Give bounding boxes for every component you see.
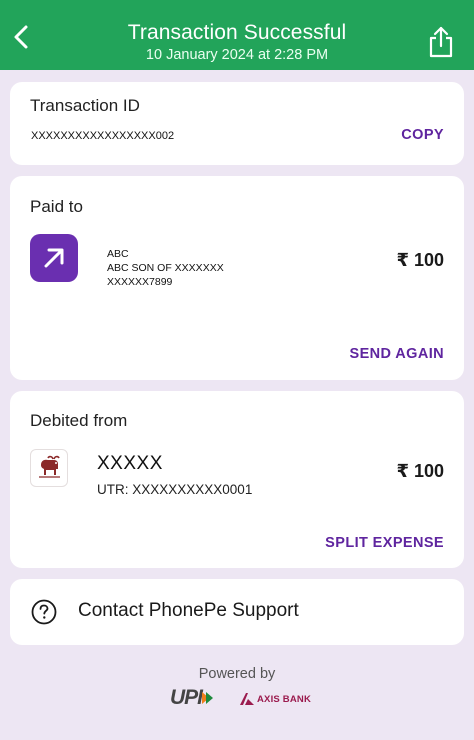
paid-to-card: Paid to ABC ABC SON OF XXXXXXX XXXXXX789… [10, 176, 464, 380]
payee-detail: ABC SON OF XXXXXXX [107, 262, 224, 274]
debited-from-card: Debited from XXXXX UTR: XXXXXXXXXX0001 ₹… [10, 391, 464, 568]
page-title: Transaction Successful [127, 21, 347, 44]
debited-from-label: Debited from [30, 411, 128, 430]
payee-account: XXXXXX7899 [107, 276, 173, 288]
powered-by-label: Powered by [198, 666, 276, 682]
bank-logo-icon [39, 455, 60, 478]
split-expense-button[interactable]: SPLIT EXPENSE [325, 535, 444, 551]
copy-button[interactable]: COPY [401, 127, 444, 143]
utr-number: UTR: XXXXXXXXXX0001 [97, 482, 253, 497]
transaction-date: 10 January 2024 at 2:28 PM [145, 47, 329, 63]
upi-label: UPI [170, 686, 203, 709]
share-button[interactable] [426, 24, 456, 60]
debit-account-name: XXXXX [97, 453, 163, 474]
upi-arrow-icon [202, 692, 214, 704]
transaction-id-card: Transaction ID XXXXXXXXXXXXXXXXX002 COPY [10, 82, 464, 165]
transaction-id-label: Transaction ID [30, 96, 140, 115]
contact-support-label: Contact PhonePe Support [78, 600, 299, 621]
axis-bank-icon [240, 693, 254, 705]
paid-to-label: Paid to [30, 197, 83, 216]
bank-label: AXIS BANK [257, 693, 312, 705]
arrow-up-right-icon [44, 248, 64, 268]
contact-support-card[interactable]: Contact PhonePe Support [10, 579, 464, 645]
bank-logo [30, 449, 68, 487]
payee-name: ABC [107, 248, 129, 260]
payee-details: ABC ABC SON OF XXXXXXX XXXXXX7899 [107, 247, 224, 289]
axis-bank-logo: AXIS BANK [240, 693, 311, 705]
send-again-button[interactable]: SEND AGAIN [350, 346, 445, 362]
header-bar: Transaction Successful 10 January 2024 a… [0, 0, 474, 70]
share-icon [429, 26, 453, 58]
help-circle-icon [31, 599, 57, 625]
paid-amount: ₹ 100 [396, 250, 444, 270]
upi-logo: UPI [170, 686, 214, 710]
transaction-id-value: XXXXXXXXXXXXXXXXX002 [31, 130, 175, 142]
debited-amount: ₹ 100 [396, 461, 444, 481]
payee-avatar [30, 234, 78, 282]
